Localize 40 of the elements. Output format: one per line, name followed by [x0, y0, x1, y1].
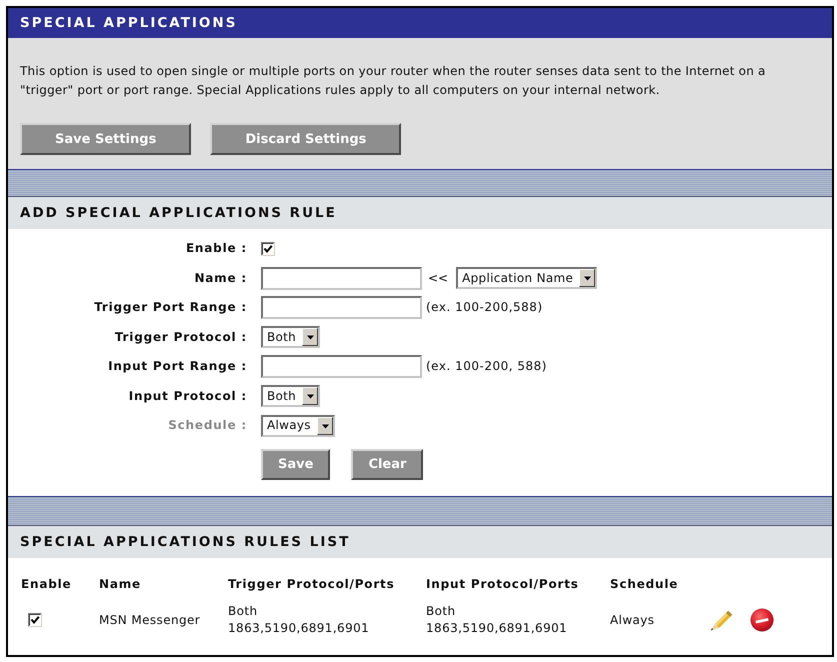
column-header: Name: [99, 577, 141, 591]
caret-icon: [302, 328, 318, 346]
field-label: Input Protocol :: [128, 388, 247, 404]
field-label: Enable :: [184, 241, 247, 256]
hint-text: (ex. 100-200,588): [426, 300, 543, 316]
field-label: Trigger Port Range :: [93, 300, 247, 316]
caret-icon: [302, 387, 318, 406]
column-header: Enable: [21, 577, 72, 591]
field-label: Input Port Range :: [107, 359, 247, 374]
field-label: Trigger Protocol :: [114, 330, 247, 345]
enable-checkbox[interactable]: [28, 613, 42, 627]
section-title: SPECIAL APPLICATIONS RULES LIST: [20, 534, 350, 550]
column-header: Input Protocol/Ports: [426, 577, 579, 591]
pencil-icon[interactable]: [709, 610, 733, 630]
field-label: Name :: [193, 270, 247, 286]
cell-text: Both: [228, 603, 258, 620]
dropdown[interactable]: Always: [261, 414, 335, 437]
cell-text: Always: [610, 612, 654, 626]
cell-text: MSN Messenger: [99, 612, 200, 626]
dropdown[interactable]: Both: [261, 326, 320, 348]
cell-text: Both: [426, 603, 456, 620]
double-angle-text: <<: [428, 270, 448, 286]
column-header: Schedule: [610, 577, 678, 591]
no-entry-icon[interactable]: [750, 608, 774, 632]
hint-text: (ex. 100-200, 588): [426, 359, 547, 374]
caret-icon: [316, 416, 333, 435]
dropdown[interactable]: Both: [261, 385, 320, 408]
text-input[interactable]: [261, 355, 422, 378]
column-header: Trigger Protocol/Ports: [228, 577, 395, 591]
field-label: Schedule :: [167, 418, 247, 434]
text-input[interactable]: [261, 296, 422, 320]
cell-text: 1863,5190,6891,6901: [228, 620, 370, 637]
section-title: ADD SPECIAL APPLICATIONS RULE: [20, 204, 337, 222]
enable-checkbox[interactable]: [261, 242, 275, 256]
text-input[interactable]: [261, 266, 422, 290]
dropdown[interactable]: Application Name: [456, 267, 598, 290]
description-text: This option is used to open single or multiple ports on your router when the router senses data sent to the Internet on a "trigger" port or port range. Special Applications rules apply to all computers on your internal network.: [20, 63, 767, 99]
cell-text: 1863,5190,6891,6901: [426, 620, 568, 637]
page-title: SPECIAL APPLICATIONS: [20, 14, 238, 32]
caret-icon: [579, 269, 596, 288]
